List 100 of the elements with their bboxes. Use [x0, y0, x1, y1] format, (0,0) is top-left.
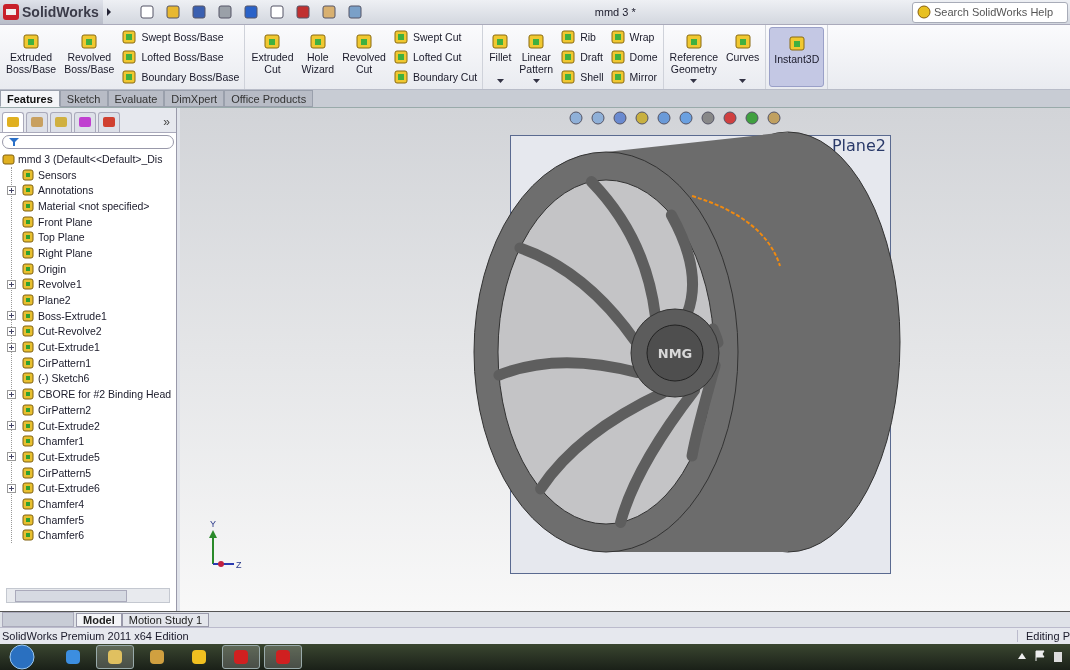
tree-item[interactable]: Material <not specified> — [21, 198, 150, 213]
feature-icon — [22, 32, 41, 50]
ribbon-command[interactable]: Revolved Cut — [339, 27, 389, 87]
panel-tab[interactable] — [98, 112, 120, 132]
feature-icon — [21, 481, 35, 496]
command-tab[interactable]: DimXpert — [164, 90, 225, 107]
command-tab[interactable]: Sketch — [59, 90, 108, 107]
feature-icon — [560, 49, 577, 65]
expand-icon[interactable] — [7, 326, 16, 336]
feature-icon — [21, 324, 35, 339]
axis-label: Y — [210, 519, 216, 529]
feature-icon — [21, 496, 35, 511]
arrow-icon[interactable] — [104, 7, 113, 17]
ribbon-command[interactable]: Shell — [558, 69, 606, 85]
tree-item[interactable]: CirPattern5 — [21, 465, 92, 480]
search-field[interactable]: Search SolidWorks Help — [912, 1, 1068, 23]
tree-item[interactable]: Chamfer4 — [21, 496, 85, 511]
command-tab[interactable]: Evaluate — [107, 90, 165, 107]
feature-icon — [21, 261, 35, 276]
taskbar-button[interactable] — [96, 645, 134, 669]
ribbon-command[interactable]: Draft — [558, 49, 606, 65]
model-tab[interactable]: Motion Study 1 — [121, 612, 210, 627]
tree-item[interactable]: Boss-Extrude1 — [21, 308, 107, 323]
tree-item[interactable]: Revolve1 — [21, 277, 82, 292]
tree-item[interactable]: Annotations — [21, 183, 94, 198]
feature-icon — [21, 434, 35, 449]
feature-icon — [355, 32, 374, 50]
tree-item[interactable]: Origin — [21, 261, 66, 276]
feature-icon — [21, 293, 35, 308]
tree-item[interactable]: Right Plane — [21, 245, 93, 260]
tree-item[interactable]: Cut-Extrude1 — [21, 340, 100, 355]
expand-icon[interactable] — [7, 389, 16, 399]
panel-tab[interactable] — [2, 112, 24, 132]
panel-icon — [6, 115, 20, 129]
panel-tab[interactable] — [74, 112, 96, 132]
ribbon-command[interactable]: Swept Cut — [390, 29, 480, 45]
command-tab[interactable]: Office Products — [224, 90, 314, 107]
feature-icon — [560, 69, 577, 85]
ribbon-command[interactable]: Lofted Boss/Base — [119, 49, 242, 65]
feature-icon — [121, 49, 138, 65]
model-tab[interactable]: Model — [76, 612, 122, 627]
hub-logo-text: NMG — [657, 346, 693, 361]
sphere-icon[interactable] — [744, 110, 760, 126]
ribbon-command[interactable]: Boundary Boss/Base — [119, 69, 242, 85]
feature-icon — [21, 449, 35, 464]
feature-icon — [21, 512, 35, 527]
ribbon-command[interactable]: Curves — [723, 27, 763, 87]
tree-item[interactable]: mmd 3 (Default<<Default>_Dis — [2, 151, 176, 167]
feature-icon — [609, 29, 626, 45]
ribbon-command[interactable]: Instant3D — [769, 27, 825, 87]
expand-icon[interactable] — [7, 185, 16, 195]
tree-item[interactable]: (-) Sketch6 — [21, 371, 90, 386]
ribbon-command[interactable]: Hole Wizard — [298, 27, 338, 87]
tree-item[interactable]: Chamfer1 — [21, 434, 85, 449]
tree-item[interactable]: CirPattern2 — [21, 402, 92, 417]
ribbon-command[interactable]: Linear Pattern — [516, 27, 557, 87]
tree-item[interactable]: Cut-Extrude6 — [21, 481, 100, 496]
expand-icon[interactable] — [7, 421, 16, 431]
ribbon-command[interactable]: Lofted Cut — [390, 49, 480, 65]
feature-icon — [80, 32, 99, 50]
status-mode: Editing P — [1016, 630, 1070, 642]
ribbon-command[interactable]: Dome — [607, 49, 660, 65]
more-tabs[interactable]: » — [163, 115, 170, 129]
tree-item[interactable]: Cut-Revolve2 — [21, 324, 102, 339]
ribbon-command[interactable]: Reference Geometry — [666, 27, 722, 87]
plane-label: Plane2 — [831, 136, 886, 155]
flag-icon[interactable] — [1034, 650, 1046, 662]
tree-item[interactable]: Chamfer6 — [21, 528, 85, 543]
filter-icon — [9, 137, 19, 147]
ribbon-command[interactable]: Extruded Cut — [248, 27, 297, 87]
expand-icon[interactable] — [7, 342, 16, 352]
tree-item[interactable]: Plane2 — [21, 293, 71, 308]
feature-icon — [263, 32, 282, 50]
command-tab[interactable]: Features — [0, 90, 60, 107]
ribbon-command[interactable]: Wrap — [607, 29, 660, 45]
tree-item[interactable]: CirPattern1 — [21, 355, 92, 370]
expand-icon[interactable] — [7, 483, 16, 493]
expand-icon[interactable] — [7, 311, 16, 321]
tree-item[interactable]: Cut-Extrude5 — [21, 449, 100, 464]
ribbon-command[interactable]: Fillet — [486, 27, 515, 87]
ribbon-command[interactable]: Revolved Boss/Base — [61, 27, 118, 87]
horizontal-scrollbar[interactable] — [6, 588, 170, 603]
ribbon-command[interactable]: Rib — [558, 29, 606, 45]
feature-icon — [308, 32, 327, 50]
sphere-icon[interactable] — [722, 110, 738, 126]
ribbon-command[interactable]: Mirror — [607, 69, 660, 85]
feature-icon — [121, 29, 138, 45]
tree-item[interactable]: Chamfer5 — [21, 512, 85, 527]
ribbon-command[interactable]: Boundary Cut — [390, 69, 480, 85]
expand-icon[interactable] — [7, 452, 16, 462]
expand-icon[interactable] — [7, 279, 16, 289]
app-logo[interactable]: SolidWorks — [0, 0, 103, 24]
filter-field[interactable] — [2, 135, 174, 149]
tree-item[interactable]: Top Plane — [21, 230, 85, 245]
tree-item[interactable]: Front Plane — [21, 214, 93, 229]
tree-item[interactable]: CBORE for #2 Binding Head — [21, 387, 172, 402]
tree-item[interactable]: Sensors — [21, 167, 77, 182]
ribbon-command[interactable]: Swept Boss/Base — [119, 29, 242, 45]
tree-item[interactable]: Cut-Extrude2 — [21, 418, 100, 433]
ribbon-command[interactable]: Extruded Boss/Base — [3, 27, 60, 87]
